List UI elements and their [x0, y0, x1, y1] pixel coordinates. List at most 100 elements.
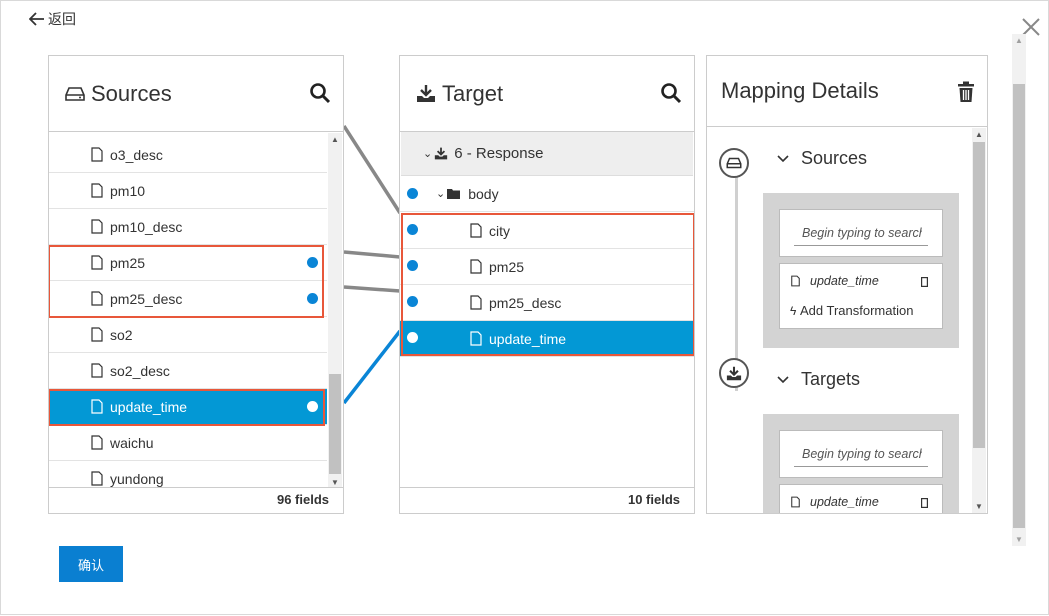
target-label: pm25	[489, 258, 525, 275]
target-title: Target	[442, 80, 504, 106]
file-icon	[91, 255, 103, 270]
file-icon	[791, 275, 800, 287]
timeline-line	[735, 161, 738, 391]
mapped-dot[interactable]	[407, 224, 418, 235]
field-menu-icon[interactable]	[921, 498, 928, 508]
source-row-pm25[interactable]: pm25	[49, 245, 327, 281]
search-placeholder: Begin typing to search	[802, 226, 922, 240]
mapping-scrollbar[interactable]: ▲ ▼	[972, 128, 986, 513]
mapping-targets-box: Begin typing to search update_time	[763, 414, 959, 513]
source-step-icon	[719, 148, 749, 178]
scroll-down-icon[interactable]: ▼	[331, 478, 339, 487]
mapped-dot[interactable]	[407, 296, 418, 307]
source-label: pm10_desc	[110, 218, 183, 235]
file-icon	[91, 291, 103, 306]
chevron-down-icon: ⌄	[436, 188, 446, 200]
chevron-down-icon: ⌄	[423, 148, 433, 160]
mapping-targets-label: Targets	[801, 369, 861, 389]
target-row-pm25[interactable]: pm25	[400, 249, 694, 285]
mapped-dot[interactable]	[407, 260, 418, 271]
field-menu-icon[interactable]	[921, 277, 928, 287]
sources-field-count: 96 fields	[49, 487, 343, 513]
file-icon	[91, 435, 103, 450]
source-search-input[interactable]: Begin typing to search	[779, 209, 943, 257]
source-label: so2	[110, 326, 133, 343]
add-transformation-link[interactable]: ϟ Add Transformation	[790, 303, 913, 318]
mapping-sources-box: Begin typing to search update_time ϟ Add…	[763, 193, 959, 348]
selected-dot[interactable]	[407, 332, 418, 343]
search-icon[interactable]	[309, 82, 331, 104]
add-transformation-label: Add Transformation	[799, 303, 914, 318]
source-row-so2[interactable]: so2	[49, 317, 327, 353]
mapping-details-panel: Mapping Details Sources Begin typing to …	[706, 55, 988, 514]
connector-line	[342, 125, 402, 214]
chevron-down-icon	[777, 154, 789, 162]
file-icon	[470, 223, 482, 238]
chevron-down-icon	[777, 375, 789, 383]
mapping-targets-toggle[interactable]: Targets	[777, 369, 860, 390]
sources-footer-text: 96 fields	[276, 492, 329, 507]
file-icon	[91, 183, 103, 198]
connector-line	[343, 285, 401, 293]
target-field-count: 10 fields	[400, 487, 694, 513]
mapped-dot[interactable]	[307, 293, 318, 304]
connector-line	[343, 250, 401, 259]
scroll-up-icon[interactable]: ▲	[975, 130, 983, 139]
source-label: o3_desc	[110, 146, 163, 163]
source-row-pm25_desc[interactable]: pm25_desc	[49, 281, 327, 317]
selected-dot[interactable]	[307, 401, 318, 412]
mapped-dot[interactable]	[407, 188, 418, 199]
file-icon	[91, 363, 103, 378]
sources-header: Sources	[49, 56, 343, 132]
sources-panel: Sources o3_desc pm10 pm10_desc pm25 pm25…	[48, 55, 344, 514]
folder-label: body	[468, 185, 499, 202]
bolt-icon: ϟ	[790, 304, 797, 318]
hard-drive-icon	[726, 157, 742, 169]
search-icon[interactable]	[660, 82, 682, 104]
source-row-so2_desc[interactable]: so2_desc	[49, 353, 327, 389]
folder-icon	[447, 189, 461, 199]
source-label: pm25_desc	[110, 290, 183, 307]
mapping-sources-label: Sources	[801, 148, 868, 168]
confirm-button[interactable]: 确认	[59, 546, 123, 582]
source-label: yundong	[110, 470, 164, 487]
file-icon	[470, 331, 482, 346]
source-row-o3_desc[interactable]: o3_desc	[49, 137, 327, 173]
target-folder-body[interactable]: ⌄ body	[400, 176, 694, 212]
source-label: pm10	[110, 182, 146, 199]
source-row-pm10[interactable]: pm10	[49, 173, 327, 209]
mapping-title: Mapping Details	[721, 78, 879, 103]
dialog: 返回 ▲ ▼ Sources o3_desc pm10 pm10_desc pm…	[0, 0, 1049, 615]
target-row-city[interactable]: city	[400, 213, 694, 249]
target-header: Target	[400, 56, 694, 132]
scroll-down-icon[interactable]: ▼	[975, 502, 983, 511]
scroll-thumb[interactable]	[973, 142, 985, 448]
sources-scrollbar[interactable]: ▲ ▼	[328, 133, 342, 489]
mapping-header: Mapping Details	[707, 56, 987, 127]
target-label: update_time	[489, 330, 567, 347]
target-row-pm25_desc[interactable]: pm25_desc	[400, 285, 694, 321]
mapping-sources-toggle[interactable]: Sources	[777, 148, 867, 169]
trash-icon[interactable]	[957, 81, 975, 103]
group-label: 6 - Response	[454, 145, 544, 162]
source-label: update_time	[110, 398, 188, 415]
target-search-input[interactable]: Begin typing to search	[779, 430, 943, 478]
mapping-body: Sources Begin typing to search update_ti…	[707, 128, 971, 513]
target-field-card[interactable]: update_time	[779, 484, 943, 513]
mapped-dot[interactable]	[307, 257, 318, 268]
scroll-thumb[interactable]	[329, 374, 341, 474]
target-row-update_time[interactable]: update_time	[400, 321, 694, 357]
source-row-pm10_desc[interactable]: pm10_desc	[49, 209, 327, 245]
target-panel: Target ⌄ 6 - Response ⌄ body city pm25 p…	[399, 55, 695, 514]
source-row-waichu[interactable]: waichu	[49, 425, 327, 461]
file-icon	[791, 496, 800, 508]
target-field-name: update_time	[810, 495, 879, 509]
source-row-update_time[interactable]: update_time	[49, 389, 327, 425]
file-icon	[91, 399, 103, 414]
scroll-up-icon[interactable]: ▲	[331, 135, 339, 144]
file-icon	[91, 219, 103, 234]
sources-title: Sources	[91, 80, 172, 106]
target-group-header[interactable]: ⌄ 6 - Response	[401, 132, 693, 176]
file-icon	[470, 295, 482, 310]
source-field-card[interactable]: update_time ϟ Add Transformation	[779, 263, 943, 329]
